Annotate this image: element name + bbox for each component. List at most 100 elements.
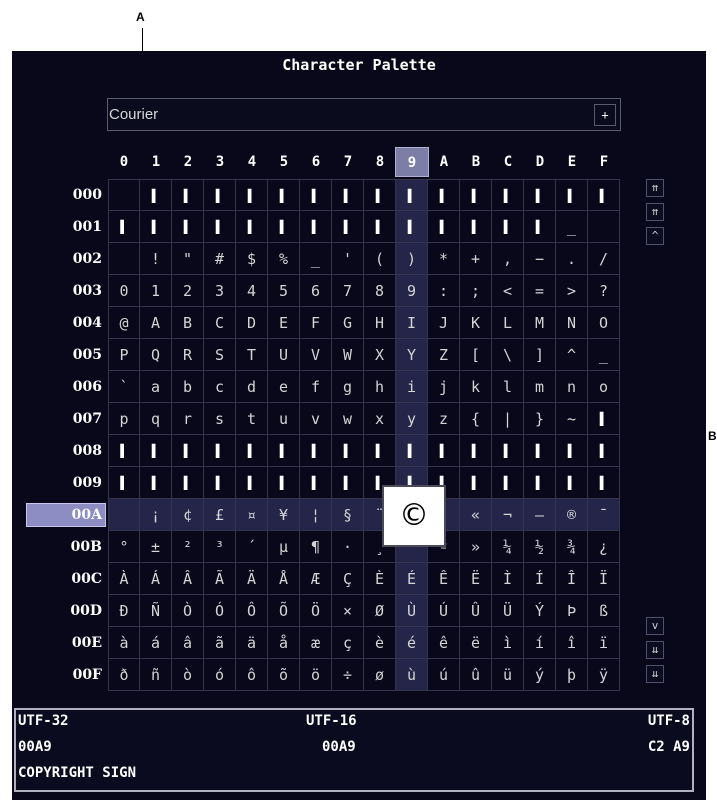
glyph-cell[interactable]: ´ (236, 531, 268, 563)
glyph-cell[interactable]: ¤ (236, 499, 268, 531)
glyph-cell[interactable]: Ü (492, 595, 524, 627)
glyph-cell[interactable]: ▌ (492, 435, 524, 467)
glyph-cell[interactable]: 4 (236, 275, 268, 307)
glyph-cell[interactable]: j (428, 371, 460, 403)
glyph-cell[interactable]: ▌ (556, 467, 588, 499)
glyph-cell[interactable]: ¢ (172, 499, 204, 531)
glyph-cell[interactable]: ù (396, 659, 428, 691)
glyph-cell[interactable]: ▌ (524, 211, 556, 243)
glyph-cell[interactable]: » (460, 531, 492, 563)
glyph-cell[interactable]: ' (332, 243, 364, 275)
glyph-cell[interactable]: É (396, 563, 428, 595)
glyph-cell[interactable]: ¥ (268, 499, 300, 531)
glyph-cell[interactable]: ▌ (332, 179, 364, 211)
glyph-cell[interactable]: Õ (268, 595, 300, 627)
scroll-page-down-button[interactable]: ⇊ (646, 641, 664, 659)
glyph-cell[interactable]: Á (140, 563, 172, 595)
glyph-cell[interactable]: ë (460, 627, 492, 659)
font-selector[interactable]: Courier + (107, 98, 621, 131)
glyph-cell[interactable]: ß (588, 595, 620, 627)
glyph-cell[interactable]: ~ (556, 403, 588, 435)
glyph-cell[interactable]: 0 (108, 275, 140, 307)
glyph-cell[interactable]: ▌ (140, 467, 172, 499)
glyph-cell[interactable]: × (332, 595, 364, 627)
glyph-cell[interactable]: Å (268, 563, 300, 595)
glyph-cell[interactable]: è (364, 627, 396, 659)
glyph-cell[interactable]: ▌ (332, 467, 364, 499)
glyph-cell[interactable]: , (492, 243, 524, 275)
glyph-cell[interactable]: ▌ (364, 179, 396, 211)
glyph-cell[interactable]: w (332, 403, 364, 435)
glyph-cell[interactable]: c (204, 371, 236, 403)
glyph-cell[interactable]: ▌ (204, 179, 236, 211)
glyph-cell[interactable]: % (268, 243, 300, 275)
glyph-cell[interactable]: z (428, 403, 460, 435)
glyph-cell[interactable]: á (140, 627, 172, 659)
glyph-cell[interactable]: C (204, 307, 236, 339)
glyph-cell[interactable]: Î (556, 563, 588, 595)
glyph-cell[interactable]: ▌ (396, 179, 428, 211)
glyph-cell[interactable]: f (300, 371, 332, 403)
glyph-cell[interactable]: ý (524, 659, 556, 691)
glyph-cell[interactable]: o (588, 371, 620, 403)
glyph-cell[interactable]: ì (492, 627, 524, 659)
glyph-cell[interactable]: U (268, 339, 300, 371)
glyph-cell[interactable]: Â (172, 563, 204, 595)
glyph-cell[interactable]: ] (524, 339, 556, 371)
glyph-cell[interactable]: ç (332, 627, 364, 659)
glyph-cell[interactable]: Ó (204, 595, 236, 627)
glyph-cell[interactable]: ▌ (588, 403, 620, 435)
glyph-cell[interactable]: p (108, 403, 140, 435)
glyph-cell[interactable]: Ø (364, 595, 396, 627)
glyph-cell[interactable]: ▌ (268, 467, 300, 499)
glyph-cell[interactable]: ▌ (460, 467, 492, 499)
glyph-cell[interactable]: ▌ (556, 179, 588, 211)
glyph-cell[interactable]: ▌ (172, 179, 204, 211)
glyph-cell[interactable]: Ì (492, 563, 524, 595)
glyph-cell[interactable]: ³ (204, 531, 236, 563)
glyph-cell[interactable]: ▌ (140, 211, 172, 243)
glyph-cell[interactable]: ▌ (108, 467, 140, 499)
glyph-cell[interactable]: ▌ (268, 179, 300, 211)
glyph-cell[interactable]: _ (556, 211, 588, 243)
glyph-cell[interactable] (108, 499, 140, 531)
glyph-cell[interactable]: ▌ (140, 179, 172, 211)
glyph-cell[interactable]: B (172, 307, 204, 339)
glyph-cell[interactable]: ▌ (492, 467, 524, 499)
glyph-cell[interactable]: ▌ (300, 467, 332, 499)
glyph-cell[interactable]: d (236, 371, 268, 403)
glyph-cell[interactable]: à (108, 627, 140, 659)
glyph-cell[interactable]: u (268, 403, 300, 435)
glyph-cell[interactable]: H (364, 307, 396, 339)
glyph-cell[interactable]: ¦ (300, 499, 332, 531)
glyph-cell[interactable]: m (524, 371, 556, 403)
glyph-cell[interactable]: + (460, 243, 492, 275)
glyph-cell[interactable]: ▌ (396, 211, 428, 243)
glyph-cell[interactable]: ® (556, 499, 588, 531)
glyph-cell[interactable]: : (428, 275, 460, 307)
glyph-cell[interactable] (588, 211, 620, 243)
glyph-cell[interactable]: ▌ (460, 211, 492, 243)
glyph-cell[interactable]: Ç (332, 563, 364, 595)
glyph-cell[interactable]: ô (236, 659, 268, 691)
glyph-cell[interactable]: ± (140, 531, 172, 563)
glyph-cell[interactable]: k (460, 371, 492, 403)
glyph-cell[interactable]: 9 (396, 275, 428, 307)
glyph-cell[interactable]: £ (204, 499, 236, 531)
glyph-cell[interactable]: ▌ (428, 435, 460, 467)
glyph-cell[interactable]: Ù (396, 595, 428, 627)
glyph-cell[interactable]: ▌ (204, 211, 236, 243)
glyph-cell[interactable]: ▌ (396, 435, 428, 467)
scroll-down-button[interactable]: v (646, 617, 664, 635)
glyph-cell[interactable]: ▌ (428, 179, 460, 211)
glyph-cell[interactable]: Û (460, 595, 492, 627)
glyph-cell[interactable]: ▌ (524, 435, 556, 467)
scroll-bottom-button[interactable]: ⇊ (646, 665, 664, 683)
glyph-cell[interactable]: ▌ (172, 435, 204, 467)
glyph-cell[interactable]: 7 (332, 275, 364, 307)
glyph-cell[interactable]: > (556, 275, 588, 307)
glyph-cell[interactable]: 1 (140, 275, 172, 307)
glyph-cell[interactable]: $ (236, 243, 268, 275)
glyph-cell[interactable]: Ã (204, 563, 236, 595)
glyph-cell[interactable]: ^ (556, 339, 588, 371)
